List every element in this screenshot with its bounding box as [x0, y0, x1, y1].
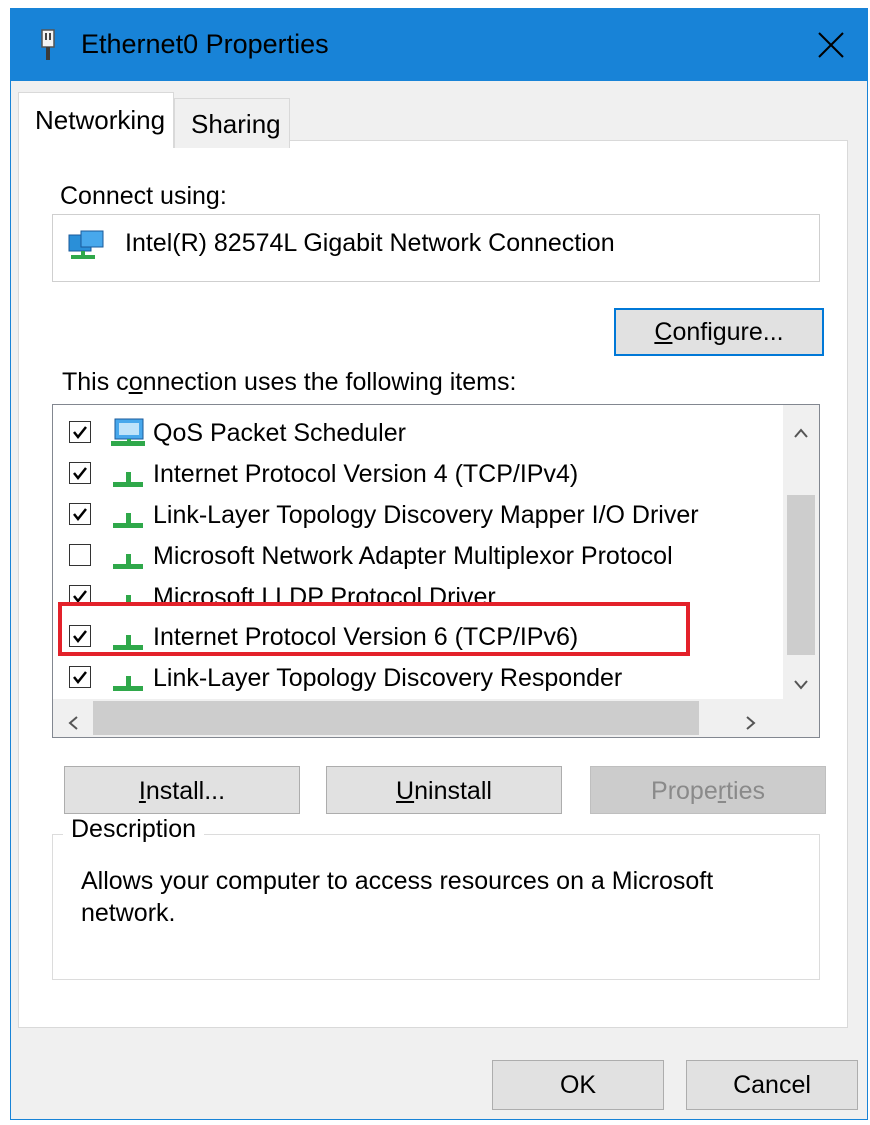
- network-adapter-icon: [67, 229, 107, 270]
- item-label: Link-Layer Topology Discovery Responder: [153, 664, 623, 692]
- list-item-ipv4[interactable]: Internet Protocol Version 4 (TCP/IPv4): [53, 454, 779, 495]
- protocol-icon: [109, 540, 147, 572]
- tab-sharing[interactable]: Sharing: [174, 98, 290, 148]
- uninstall-button-label: Uninstall: [396, 777, 492, 805]
- protocol-icon: [109, 499, 147, 531]
- item-checkbox[interactable]: [69, 503, 91, 525]
- ipv6-highlight-box: [58, 602, 690, 656]
- close-icon: [818, 32, 844, 58]
- cancel-button[interactable]: Cancel: [686, 1060, 858, 1110]
- list-item-qos[interactable]: QoS Packet Scheduler: [53, 413, 779, 454]
- item-label: Internet Protocol Version 4 (TCP/IPv4): [153, 460, 579, 488]
- configure-button-label: Configure...: [654, 318, 784, 346]
- item-checkbox[interactable]: [69, 544, 91, 566]
- description-legend: Description: [63, 815, 205, 844]
- item-label: Link-Layer Topology Discovery Mapper I/O…: [153, 501, 699, 529]
- window-title: Ethernet0 Properties: [81, 29, 329, 59]
- close-button[interactable]: [795, 9, 867, 81]
- items-label: This connection uses the following items…: [62, 368, 517, 396]
- title-bar[interactable]: Ethernet0 Properties: [11, 9, 867, 81]
- items-list[interactable]: QoS Packet Scheduler Internet Protocol V…: [52, 404, 820, 738]
- scroll-up-icon[interactable]: [793, 419, 809, 445]
- properties-button-label: Properties: [651, 777, 765, 805]
- connect-using-label: Connect using:: [60, 182, 227, 210]
- network-client-icon: [109, 417, 147, 449]
- vertical-scroll-thumb[interactable]: [787, 495, 815, 655]
- description-group: Description Allows your computer to acce…: [52, 815, 820, 980]
- scroll-left-icon[interactable]: [67, 711, 79, 737]
- install-button-label: Install...: [138, 777, 226, 805]
- horizontal-scrollbar[interactable]: [53, 699, 819, 737]
- protocol-icon: [109, 662, 147, 694]
- configure-button[interactable]: Configure...: [614, 308, 824, 356]
- list-item-lldp[interactable]: Microsoft LLDP Protocol Driver: [53, 577, 779, 602]
- item-checkbox[interactable]: [69, 462, 91, 484]
- item-label: Microsoft Network Adapter Multiplexor Pr…: [153, 542, 673, 570]
- adapter-name: Intel(R) 82574L Gigabit Network Connecti…: [125, 229, 615, 257]
- item-checkbox[interactable]: [69, 421, 91, 443]
- list-item-multiplexor[interactable]: Microsoft Network Adapter Multiplexor Pr…: [53, 536, 779, 577]
- ok-button[interactable]: OK: [492, 1060, 664, 1110]
- protocol-icon: [109, 581, 147, 602]
- item-label: QoS Packet Scheduler: [153, 419, 406, 447]
- item-label: Microsoft LLDP Protocol Driver: [153, 583, 496, 602]
- scroll-down-icon[interactable]: [793, 671, 809, 697]
- properties-button[interactable]: Properties: [590, 766, 826, 814]
- horizontal-scroll-thumb[interactable]: [93, 701, 699, 735]
- vertical-scrollbar[interactable]: [783, 405, 819, 699]
- protocol-icon: [109, 458, 147, 490]
- scroll-right-icon[interactable]: [745, 711, 757, 737]
- tab-networking[interactable]: Networking: [18, 92, 174, 148]
- uninstall-button[interactable]: Uninstall: [326, 766, 562, 814]
- item-checkbox[interactable]: [69, 666, 91, 688]
- install-button[interactable]: Install...: [64, 766, 300, 814]
- description-text: Allows your computer to access resources…: [81, 867, 714, 927]
- list-item-lltd-mapper[interactable]: Link-Layer Topology Discovery Mapper I/O…: [53, 495, 779, 536]
- item-checkbox[interactable]: [69, 585, 91, 602]
- list-item-lltd-responder[interactable]: Link-Layer Topology Discovery Responder: [53, 658, 779, 699]
- adapter-field: Intel(R) 82574L Gigabit Network Connecti…: [52, 214, 820, 282]
- network-adapter-icon: [37, 28, 59, 62]
